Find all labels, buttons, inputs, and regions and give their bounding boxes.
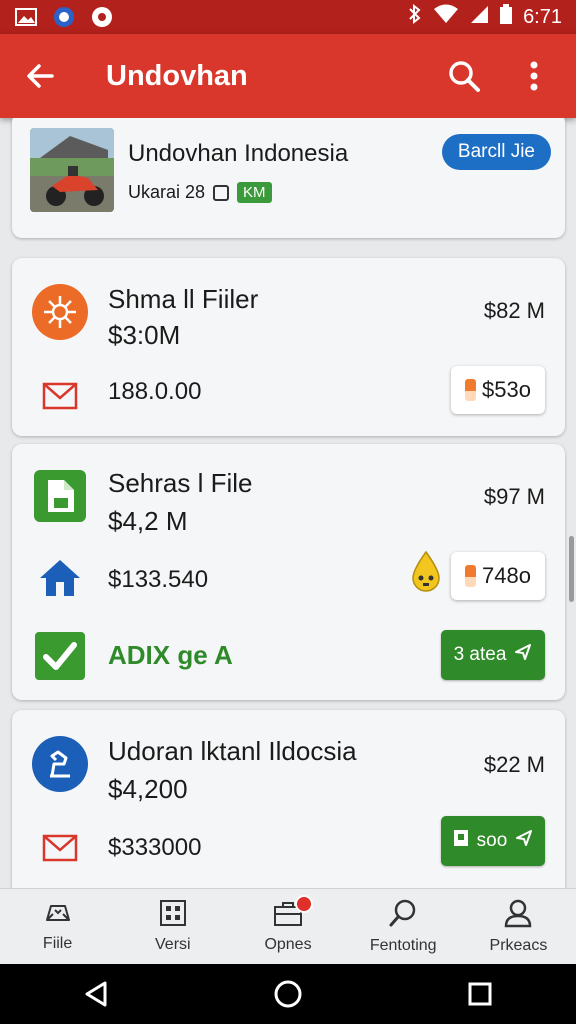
more-vert-icon[interactable] <box>514 56 554 96</box>
header-card-subtitle-row: Ukarai 28 KM <box>128 182 272 203</box>
system-navigation-bar <box>0 964 576 1024</box>
search-icon[interactable] <box>444 56 484 96</box>
nav-item-options[interactable]: Opnes <box>230 889 345 964</box>
file-card[interactable]: Sehras l File $4,2 M $97 M $133.540 748o… <box>12 444 565 700</box>
card-amount: $4,200 <box>108 774 188 804</box>
status-time: 6:71 <box>523 5 562 28</box>
send-button[interactable]: 3 atea <box>441 630 545 680</box>
signal-icon <box>469 4 489 30</box>
km-tag: KM <box>237 182 272 203</box>
document-icon <box>32 468 88 524</box>
nav-label: Versi <box>155 936 191 953</box>
nav-item-search[interactable]: Fentoting <box>346 889 461 964</box>
back-triangle-icon[interactable] <box>66 969 126 1019</box>
search-icon <box>388 898 418 933</box>
chat-icon <box>90 7 114 27</box>
nav-label: Fiile <box>42 935 73 952</box>
bottom-navigation: Fiile Versi Opnes Fentoting Prkeacs <box>0 888 576 964</box>
nav-item-version[interactable]: Versi <box>115 889 230 964</box>
page-title: Undovhan <box>106 59 248 92</box>
home-icon <box>32 550 88 606</box>
bluetooth-icon <box>407 3 423 30</box>
header-pill-button[interactable]: Barcll Jie <box>441 134 551 170</box>
gamepad-icon <box>43 900 73 931</box>
price-chip-label: $53o <box>482 377 531 402</box>
tag-icon <box>465 565 477 587</box>
card-title: Sehras l File <box>108 468 253 498</box>
price-chip-label: 748o <box>482 563 531 588</box>
price-chip[interactable]: 748o <box>451 552 545 600</box>
recents-square-icon[interactable] <box>450 969 510 1019</box>
app-bar-actions <box>444 56 554 96</box>
scrollbar[interactable] <box>569 536 574 602</box>
card-title: Udoran lktanl Ildocsia <box>108 736 357 766</box>
nav-item-profile[interactable]: Prkeacs <box>461 889 576 964</box>
file-card[interactable]: Udoran lktanl Ildocsia $4,200 $22 M $333… <box>12 710 565 888</box>
card-secondary-amount: $333000 <box>108 834 202 861</box>
notification-badge <box>294 895 313 913</box>
mail-icon <box>32 368 88 424</box>
send-button[interactable]: soo <box>441 816 545 866</box>
flower-icon <box>32 284 88 340</box>
card-amount: $3:0M <box>108 320 181 350</box>
send-icon <box>515 829 533 853</box>
qr-code-icon <box>159 899 187 932</box>
content-list: Undovhan Indonesia Ukarai 28 KM Barcll J… <box>0 118 576 888</box>
tag-icon <box>465 379 477 401</box>
file-card[interactable]: Shma ll Fiiler $3:0M $82 M 188.0.00 $53o <box>12 258 565 436</box>
image-icon <box>14 7 38 27</box>
header-card-subtitle: Ukarai 28 <box>128 182 206 202</box>
app-bar: Undovhan <box>0 34 576 118</box>
card-value: $82 M <box>483 298 545 323</box>
nav-item-file[interactable]: Fiile <box>0 889 115 964</box>
header-card[interactable]: Undovhan Indonesia Ukarai 28 KM Barcll J… <box>12 118 565 238</box>
droplet-icon <box>409 550 443 594</box>
send-button-label: 3 atea <box>453 644 507 665</box>
mail-icon <box>32 820 88 876</box>
send-icon <box>514 643 532 667</box>
card-secondary-amount: $133.540 <box>108 566 209 593</box>
status-bar-system: 6:71 <box>407 3 562 31</box>
card-amount: $4,2 M <box>108 506 188 536</box>
card-value: $22 M <box>483 752 545 777</box>
status-bar-notifications <box>14 7 114 27</box>
person-icon <box>503 898 533 933</box>
product-thumbnail <box>30 128 114 212</box>
status-bar: 6:71 <box>0 0 576 34</box>
header-card-title: Undovhan Indonesia <box>128 140 349 167</box>
battery-icon <box>499 3 513 31</box>
wifi-icon <box>433 4 459 30</box>
home-circle-icon[interactable] <box>258 969 318 1019</box>
person-badge-icon <box>32 736 88 792</box>
back-arrow-icon[interactable] <box>20 56 60 96</box>
card-status-text: ADIX ge A <box>108 640 233 670</box>
nav-label: Fentoting <box>369 937 437 954</box>
send-button-label: soo <box>476 830 508 851</box>
card-value: $97 M <box>483 484 545 509</box>
checkmark-icon <box>32 628 88 684</box>
card-title: Shma ll Fiiler <box>108 284 259 314</box>
note-icon <box>453 829 469 853</box>
checkbox[interactable] <box>213 184 230 201</box>
price-chip[interactable]: $53o <box>451 366 545 414</box>
card-secondary-amount: 188.0.00 <box>108 378 202 405</box>
nav-label: Prkeacs <box>489 937 548 954</box>
globe-icon <box>52 7 76 27</box>
nav-label: Opnes <box>264 936 312 953</box>
